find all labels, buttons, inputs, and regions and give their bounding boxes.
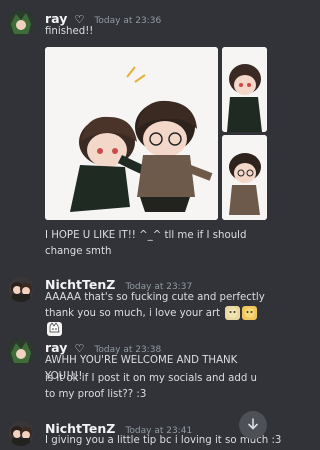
avatar[interactable] [8, 276, 34, 302]
message-text: I giving you a little tip bc i loving it… [45, 435, 282, 446]
attachment-image-side-bottom[interactable] [222, 135, 267, 220]
avatar[interactable] [8, 339, 34, 365]
arrow-down-icon [246, 416, 260, 435]
attachment-image-side-top[interactable] [222, 47, 267, 132]
message-text: is it ok if I post it on my socials and … [45, 373, 257, 400]
message-text: I HOPE U LIKE IT!! ^_^ tll me if I shoul… [45, 230, 247, 257]
message-text: AAAAA that's so fucking cute and perfect… [45, 290, 267, 338]
avatar[interactable] [8, 10, 34, 36]
dog-emoji-icon[interactable] [225, 306, 241, 320]
message-text: finished!! [45, 26, 94, 37]
scroll-to-bottom-button[interactable] [239, 411, 267, 439]
attachment-image-main[interactable] [45, 47, 218, 220]
cat-emoji-icon[interactable] [47, 322, 62, 336]
avatar[interactable] [8, 420, 34, 446]
dog-emoji-icon[interactable] [242, 306, 258, 320]
